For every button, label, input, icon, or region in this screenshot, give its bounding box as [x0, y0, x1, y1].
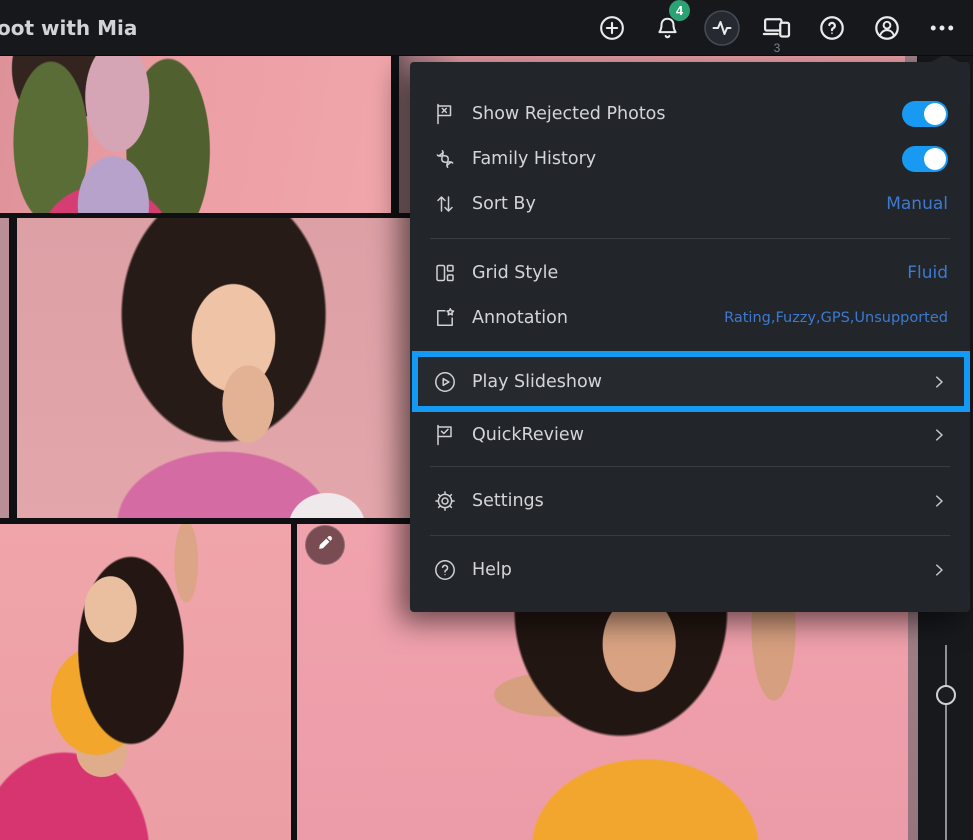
- show-rejected-toggle[interactable]: [902, 101, 948, 127]
- account-icon: [873, 14, 901, 42]
- play-circle-icon: [432, 369, 458, 395]
- menu-item-play-slideshow[interactable]: Play Slideshow: [418, 357, 964, 406]
- highlight-box: Play Slideshow: [412, 351, 970, 412]
- annotation-icon: [432, 305, 458, 331]
- menu-item-label: Grid Style: [472, 263, 558, 283]
- activity-pulse-icon: [703, 9, 741, 47]
- family-history-toggle[interactable]: [902, 146, 948, 172]
- help-circle-icon: [818, 14, 846, 42]
- grid-style-value: Fluid: [907, 263, 948, 283]
- menu-item-label: QuickReview: [472, 425, 584, 445]
- page-title: oot with Mia: [0, 0, 137, 56]
- menu-item-quickreview[interactable]: QuickReview: [410, 412, 970, 457]
- menu-item-grid-style[interactable]: Grid Style Fluid: [410, 250, 970, 295]
- photo-thumbnail[interactable]: [0, 218, 9, 518]
- sort-arrows-icon: [432, 191, 458, 217]
- chevron-right-icon: [930, 492, 948, 510]
- account-button[interactable]: [869, 0, 905, 56]
- menu-item-label: Annotation: [472, 308, 568, 328]
- menu-item-help[interactable]: Help: [410, 547, 970, 592]
- menu-item-label: Help: [472, 560, 512, 580]
- top-bar: oot with Mia 4: [0, 0, 973, 56]
- zoom-slider-track[interactable]: [945, 645, 947, 840]
- menu-item-family-history[interactable]: Family History: [410, 136, 970, 181]
- zoom-slider-knob[interactable]: [936, 685, 956, 705]
- devices-count: 3: [759, 41, 795, 55]
- chevron-right-icon: [930, 561, 948, 579]
- menu-item-annotation[interactable]: Annotation Rating,Fuzzy,GPS,Unsupported: [410, 295, 970, 340]
- options-menu: Show Rejected Photos Family History Sort…: [410, 62, 970, 612]
- gear-icon: [432, 488, 458, 514]
- chevron-right-icon: [930, 426, 948, 444]
- pencil-icon: [316, 534, 334, 556]
- photo-thumbnail[interactable]: [0, 56, 391, 213]
- rejected-flag-icon: [432, 101, 458, 127]
- menu-divider: [430, 466, 950, 467]
- menu-item-label: Settings: [472, 491, 544, 511]
- menu-item-label: Play Slideshow: [472, 372, 602, 392]
- add-circle-icon: [598, 14, 626, 42]
- help-button[interactable]: [814, 0, 850, 56]
- devices-button[interactable]: 3: [759, 0, 795, 56]
- devices-icon: [762, 13, 792, 43]
- activity-button[interactable]: [704, 0, 740, 56]
- notification-badge: 4: [669, 0, 690, 21]
- more-options-button[interactable]: [924, 0, 960, 56]
- app-window: Show Rejected Photos Family History Sort…: [0, 0, 973, 840]
- dna-icon: [432, 146, 458, 172]
- grid-style-icon: [432, 260, 458, 286]
- help-circle-icon: [432, 557, 458, 583]
- sort-by-value: Manual: [886, 194, 948, 214]
- menu-item-label: Family History: [472, 149, 596, 169]
- add-button[interactable]: [594, 0, 630, 56]
- menu-divider: [430, 535, 950, 536]
- menu-item-label: Show Rejected Photos: [472, 104, 666, 124]
- annotation-value: Rating,Fuzzy,GPS,Unsupported: [724, 310, 948, 326]
- menu-divider: [430, 238, 950, 239]
- menu-item-sort-by[interactable]: Sort By Manual: [410, 181, 970, 226]
- quickreview-flag-icon: [432, 422, 458, 448]
- menu-item-show-rejected-photos[interactable]: Show Rejected Photos: [410, 91, 970, 136]
- photo-thumbnail[interactable]: [0, 524, 291, 840]
- top-bar-actions: 4 3: [594, 0, 960, 56]
- chevron-right-icon: [930, 373, 948, 391]
- ellipsis-icon: [928, 14, 956, 42]
- menu-item-label: Sort By: [472, 194, 536, 214]
- notifications-button[interactable]: 4: [649, 0, 685, 56]
- menu-item-settings[interactable]: Settings: [410, 478, 970, 523]
- edit-photo-button[interactable]: [305, 525, 345, 565]
